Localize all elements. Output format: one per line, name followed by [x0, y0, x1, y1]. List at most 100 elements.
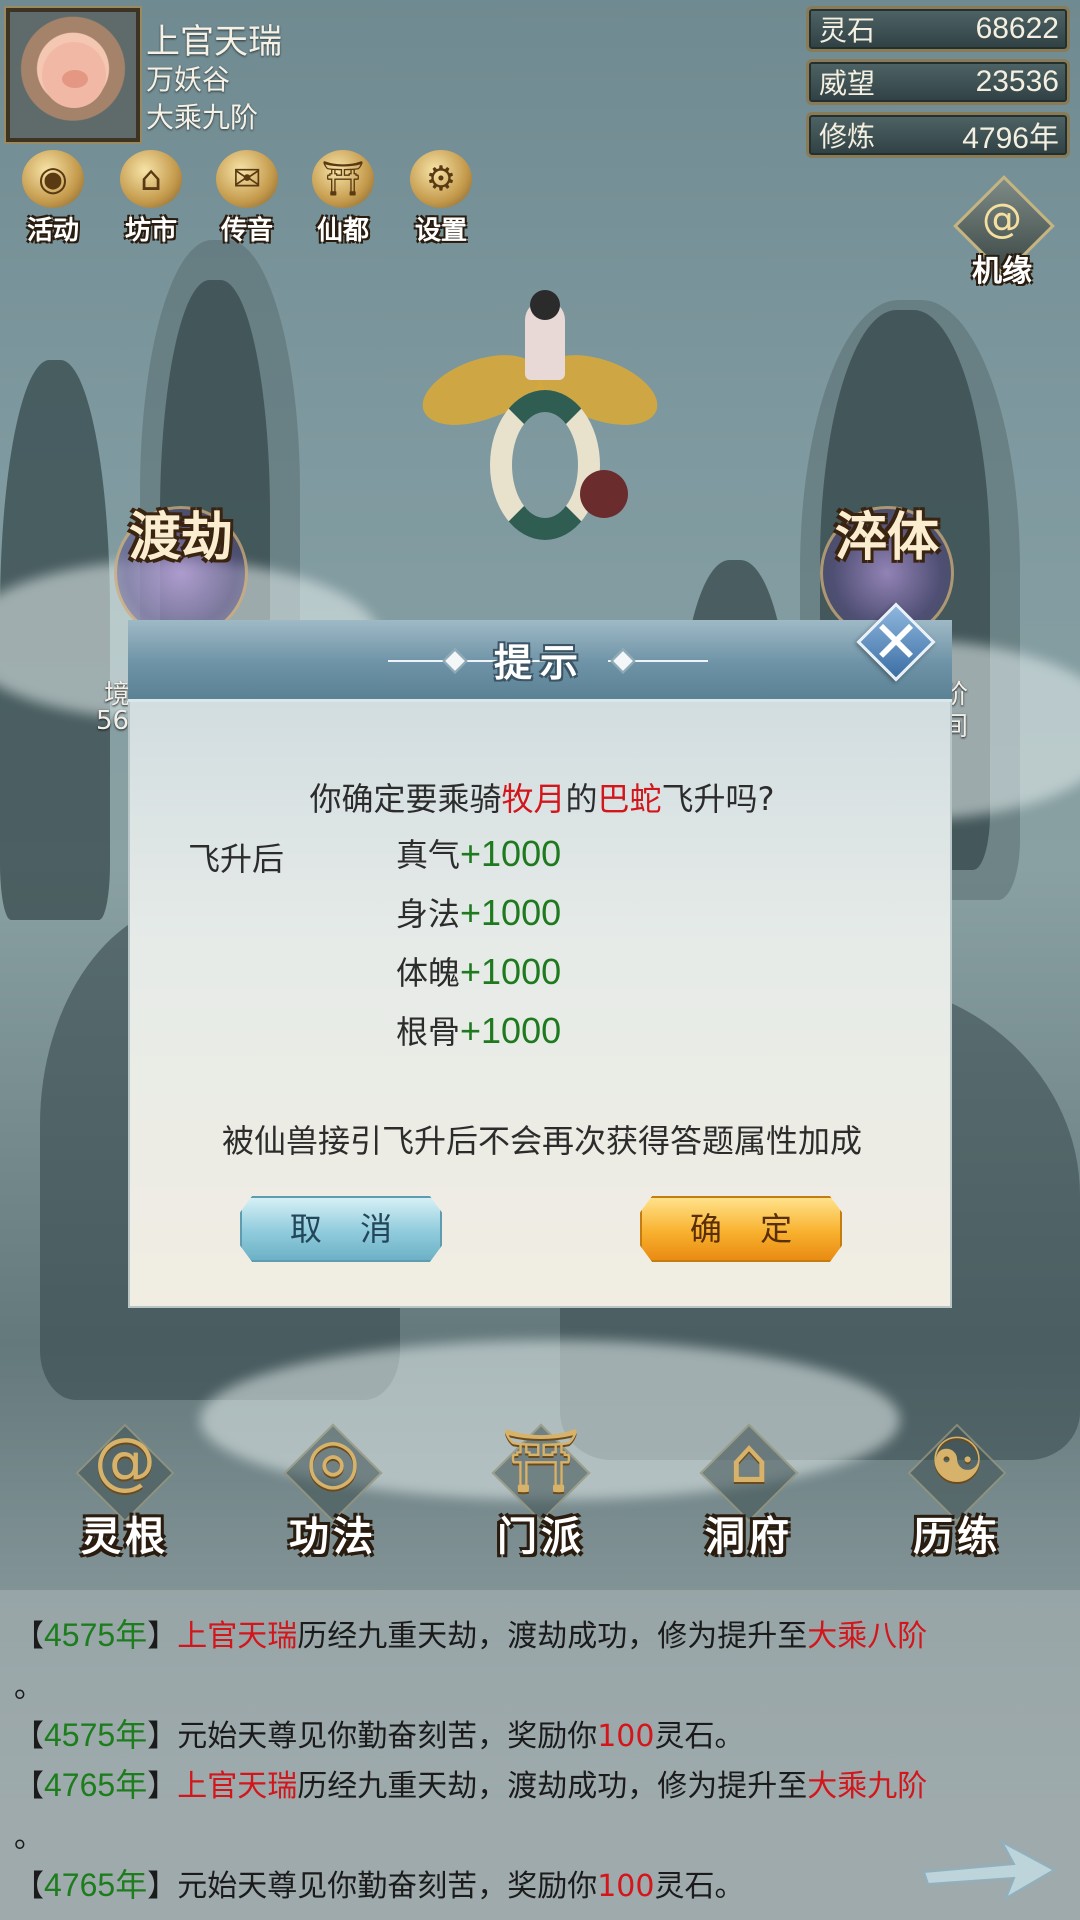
nav-label: 门派 — [497, 1513, 585, 1560]
stat-bonus: +1000 — [460, 833, 562, 874]
nav-sect-button[interactable]: ⛩ 门派 — [476, 1420, 606, 1570]
fortune-label: 机缘 — [972, 254, 1032, 289]
player-info: 上官天瑞 万妖谷 大乘九阶 — [146, 14, 406, 134]
log-text: 灵石。 — [654, 1719, 745, 1754]
stat-bonus: +1000 — [460, 1010, 562, 1051]
seal-label: 渡劫 — [128, 507, 233, 568]
log-year: 4575年 — [44, 1717, 148, 1753]
stat-name: 身法 — [396, 895, 461, 933]
player-avatar[interactable] — [6, 8, 140, 142]
log-text: 】元始天尊见你勤奋刻苦，奖励你 — [147, 1869, 598, 1904]
nav-training-button[interactable]: ☯ 历练 — [892, 1420, 1022, 1570]
seal-label: 淬体 — [834, 507, 939, 568]
arrow-right-icon[interactable] — [918, 1834, 1058, 1904]
stat-name: 根骨 — [396, 1013, 461, 1051]
stat-bonus: +1000 — [460, 951, 562, 992]
resource-spirit-stone[interactable]: 灵石 68622 — [806, 6, 1070, 52]
log-entry: 【4575年】上官天瑞历经九重天劫，渡劫成功，修为提升至大乘八阶 — [14, 1610, 927, 1656]
resource-label: 灵石 — [819, 14, 876, 47]
log-text: 灵石。 — [654, 1869, 745, 1904]
dialog-title: 提示 — [493, 640, 586, 685]
menu-label: 坊市 — [124, 216, 177, 246]
log-year: 4765年 — [44, 1867, 148, 1903]
stat-bonus-row: 体魄+1000 — [396, 948, 561, 994]
close-icon: ✕ — [871, 608, 921, 676]
dialog-close-button[interactable]: ✕ — [856, 602, 936, 682]
nav-spirit-root-button[interactable]: @ 灵根 — [60, 1420, 190, 1570]
coin-icon: ◉ — [22, 150, 84, 208]
resource-prestige[interactable]: 威望 23536 — [806, 59, 1070, 105]
menu-celestial-city-button[interactable]: ⛩ 仙都 — [298, 150, 388, 246]
log-year: 4575年 — [44, 1617, 148, 1653]
log-bracket: 【 — [14, 1769, 44, 1804]
log-text: 历经九重天劫，渡劫成功，修为提升至 — [297, 1769, 808, 1804]
player-rank: 大乘九阶 — [146, 101, 259, 134]
dialog-question: 你确定要乘骑牧月的巴蛇飞升吗? — [130, 774, 954, 820]
mount-serpent-character[interactable] — [413, 290, 667, 560]
resource-label: 威望 — [819, 67, 876, 100]
resource-value: 68622 — [975, 12, 1059, 45]
confirm-button[interactable]: 确 定 — [640, 1196, 842, 1262]
resource-cultivation[interactable]: 修炼 4796年 — [806, 112, 1070, 158]
log-text: 历经九重天劫，渡劫成功，修为提升至 — [297, 1619, 808, 1654]
menu-market-button[interactable]: ⌂ 坊市 — [106, 150, 196, 246]
log-player-name: 上官天瑞 — [177, 1619, 298, 1654]
log-text: 】元始天尊见你勤奋刻苦，奖励你 — [147, 1719, 598, 1754]
resource-label: 修炼 — [819, 120, 876, 153]
question-prefix: 你确定要乘骑 — [309, 780, 502, 818]
ascension-confirm-dialog: 提示 ✕ 你确定要乘骑牧月的巴蛇飞升吗? 飞升后 真气+1000 身法+1000… — [128, 602, 952, 1308]
menu-label: 设置 — [414, 216, 467, 246]
scroll-icon: ◎ — [305, 1424, 361, 1497]
nav-label: 历练 — [913, 1513, 1001, 1560]
nav-label: 功法 — [289, 1513, 377, 1560]
spiral-icon: @ — [94, 1424, 156, 1497]
stat-bonus-row: 真气+1000 — [396, 830, 561, 876]
resource-value: 4796年 — [962, 122, 1059, 155]
stat-bonus-row: 身法+1000 — [396, 889, 561, 935]
dialog-notice: 被仙兽接引飞升后不会再次获得答题属性加成 — [221, 1122, 862, 1160]
menu-activity-button[interactable]: ◉ 活动 — [8, 150, 98, 246]
menu-label: 传音 — [220, 216, 273, 246]
menu-label: 仙都 — [316, 216, 369, 246]
gear-icon: ⚙ — [410, 150, 472, 208]
swirl-icon: @ — [982, 196, 1022, 242]
rider-head — [530, 290, 560, 320]
beast-name: 巴蛇 — [597, 780, 662, 818]
mail-icon: ✉ — [216, 150, 278, 208]
menu-label: 活动 — [26, 216, 79, 246]
log-rank: 大乘八阶 — [807, 1619, 928, 1654]
menu-settings-button[interactable]: ⚙ 设置 — [396, 150, 486, 246]
log-bracket: 【 — [14, 1719, 44, 1754]
question-suffix: 飞升吗? — [661, 780, 775, 818]
log-entry: 【4575年】元始天尊见你勤奋刻苦，奖励你100灵石。 — [14, 1710, 744, 1756]
log-amount: 100 — [597, 1869, 655, 1904]
cancel-button[interactable]: 取 消 — [240, 1196, 442, 1262]
market-icon: ⌂ — [120, 150, 182, 208]
log-year: 4765年 — [44, 1767, 148, 1803]
avatar-nose — [62, 70, 88, 88]
stat-bonus-row: 根骨+1000 — [396, 1007, 561, 1053]
log-bracket: 【 — [14, 1619, 44, 1654]
stat-bonus: +1000 — [460, 892, 562, 933]
log-bracket: 【 — [14, 1869, 44, 1904]
log-entry-continued: 。 — [14, 1820, 44, 1855]
log-player-name: 上官天瑞 — [177, 1769, 298, 1804]
menu-mail-button[interactable]: ✉ 传音 — [202, 150, 292, 246]
nav-technique-button[interactable]: ◎ 功法 — [268, 1420, 398, 1570]
nav-label: 灵根 — [81, 1513, 169, 1560]
house-icon: ⌂ — [729, 1424, 769, 1497]
beast-owner-name: 牧月 — [501, 780, 566, 818]
fortune-button[interactable]: @ 机缘 — [950, 175, 1055, 292]
log-entry: 【4765年】元始天尊见你勤奋刻苦，奖励你100灵石。 — [14, 1860, 744, 1906]
dialog-header: 提示 — [128, 620, 952, 702]
dialog-body: 你确定要乘骑牧月的巴蛇飞升吗? 飞升后 真气+1000 身法+1000 体魄+1… — [128, 702, 952, 1308]
nav-cave-dwelling-button[interactable]: ⌂ 洞府 — [684, 1420, 814, 1570]
nav-label: 洞府 — [705, 1513, 793, 1560]
pavilion-icon: ⛩ — [312, 150, 374, 208]
log-amount: 100 — [597, 1719, 655, 1754]
log-bracket: 】 — [147, 1619, 178, 1654]
gate-icon: ⛩ — [501, 1424, 581, 1497]
log-bracket: 】 — [147, 1769, 178, 1804]
log-entry: 【4765年】上官天瑞历经九重天劫，渡劫成功，修为提升至大乘九阶 — [14, 1760, 927, 1806]
log-rank: 大乘九阶 — [807, 1769, 928, 1804]
